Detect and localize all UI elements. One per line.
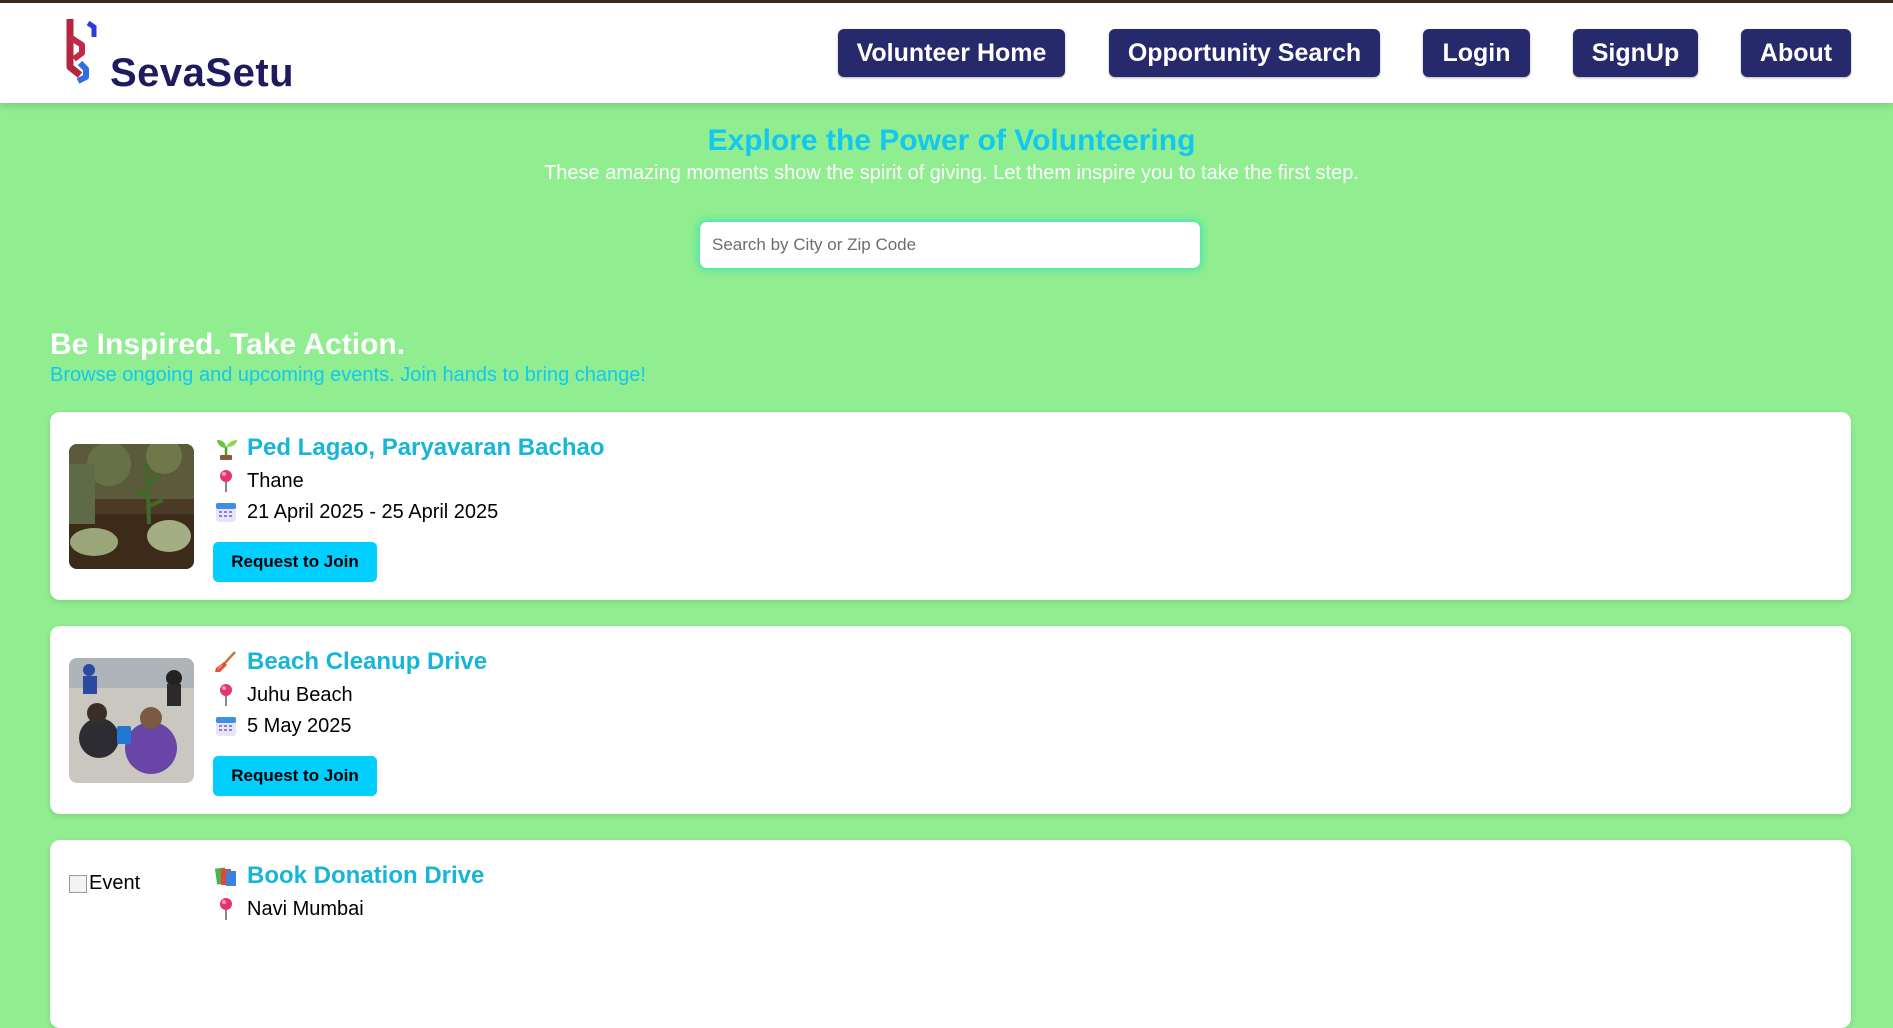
seedling-icon bbox=[217, 440, 237, 460]
event-location: Juhu Beach bbox=[213, 683, 353, 707]
event-title-text: Ped Lagao, Paryavaran Bachao bbox=[247, 434, 605, 461]
sevasetu-logo-icon bbox=[66, 19, 97, 84]
calendar-icon bbox=[216, 717, 236, 736]
event-card: Event Book Donation Drive Navi Mumbai bbox=[50, 840, 1851, 1028]
event-location-text: Navi Mumbai bbox=[247, 897, 364, 920]
hero-title: Explore the Power of Volunteering bbox=[707, 124, 1196, 157]
event-image bbox=[69, 658, 194, 783]
request-to-join-button[interactable]: Request to Join bbox=[213, 756, 377, 796]
event-dates-text: 5 May 2025 bbox=[247, 714, 352, 737]
event-image-broken: Event bbox=[69, 872, 140, 895]
site-header: SevaSetu Volunteer Home Opportunity Sear… bbox=[0, 3, 1893, 103]
event-dates: 5 May 2025 bbox=[213, 714, 352, 738]
brand-name: SevaSetu bbox=[110, 51, 295, 95]
nav-opportunity-search[interactable]: Opportunity Search bbox=[1109, 29, 1380, 77]
event-title[interactable]: Ped Lagao, Paryavaran Bachao bbox=[213, 434, 605, 462]
books-icon bbox=[214, 867, 236, 886]
brand-logo[interactable]: SevaSetu bbox=[58, 17, 318, 95]
nav-volunteer-home[interactable]: Volunteer Home bbox=[838, 29, 1065, 77]
pin-icon bbox=[220, 898, 232, 920]
event-location: Navi Mumbai bbox=[213, 897, 364, 921]
event-image-alt: Event bbox=[89, 872, 141, 894]
event-title-text: Book Donation Drive bbox=[247, 862, 485, 889]
event-location: Thane bbox=[213, 469, 304, 493]
pin-icon bbox=[220, 684, 232, 706]
event-location-text: Juhu Beach bbox=[247, 683, 353, 706]
event-dates-text: 21 April 2025 - 25 April 2025 bbox=[247, 500, 499, 523]
pin-icon bbox=[220, 470, 232, 492]
calendar-icon bbox=[216, 503, 236, 522]
search-input[interactable] bbox=[700, 222, 1204, 268]
event-card: Beach Cleanup Drive Juhu Beach 5 May 202… bbox=[50, 626, 1851, 814]
event-title[interactable]: Beach Cleanup Drive bbox=[213, 648, 487, 676]
section-subtitle: Browse ongoing and upcoming events. Join… bbox=[50, 364, 646, 386]
event-dates: 21 April 2025 - 25 April 2025 bbox=[213, 500, 498, 524]
section-title: Be Inspired. Take Action. bbox=[50, 328, 406, 361]
hero-subtitle: These amazing moments show the spirit of… bbox=[544, 162, 1359, 184]
broken-image-icon bbox=[69, 874, 87, 893]
nav-about[interactable]: About bbox=[1741, 29, 1851, 77]
event-card: Ped Lagao, Paryavaran Bachao Thane 21 Ap… bbox=[50, 412, 1851, 600]
event-title[interactable]: Book Donation Drive bbox=[213, 862, 484, 890]
broom-icon bbox=[215, 651, 236, 672]
request-to-join-button[interactable]: Request to Join bbox=[213, 542, 377, 582]
nav-signup[interactable]: SignUp bbox=[1573, 29, 1698, 77]
event-image bbox=[69, 444, 194, 569]
search-box bbox=[700, 222, 1204, 268]
event-location-text: Thane bbox=[247, 469, 304, 492]
event-title-text: Beach Cleanup Drive bbox=[247, 648, 488, 675]
nav-login[interactable]: Login bbox=[1423, 29, 1530, 77]
